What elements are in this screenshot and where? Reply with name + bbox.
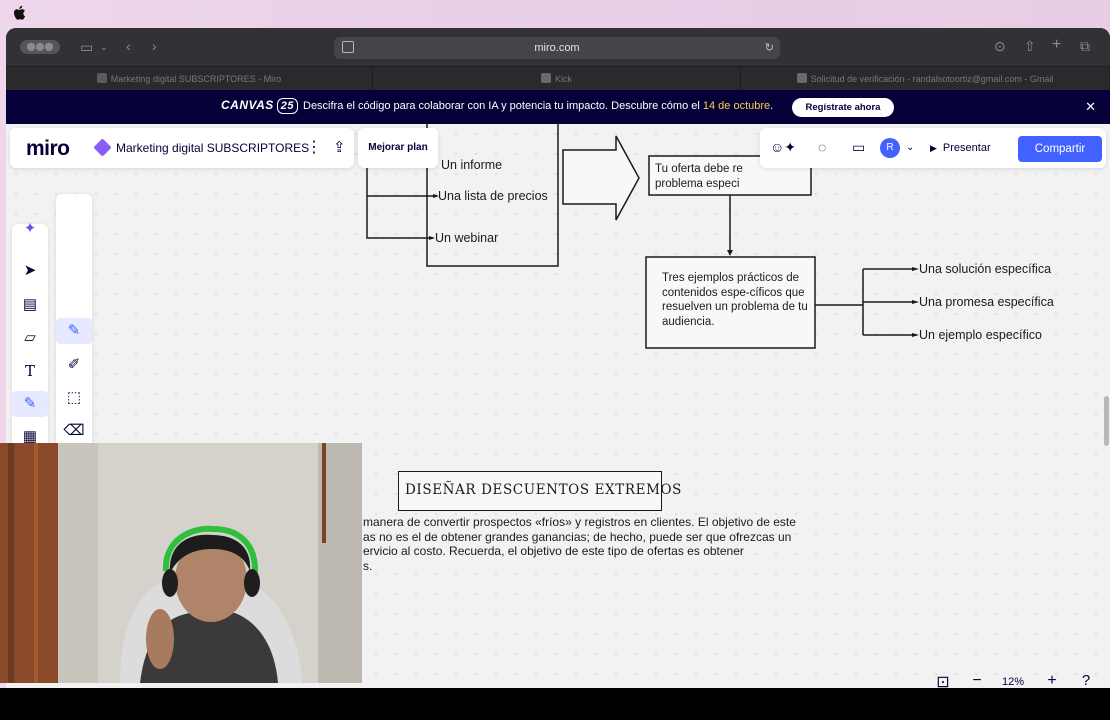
- arrowhead-ejemplo: [912, 333, 919, 337]
- screen-bottom: [0, 688, 1110, 720]
- register-button[interactable]: Regístrate ahora: [792, 98, 894, 117]
- tab-bar: Marketing digital SUBSCRIPTORES - Miro K…: [6, 66, 1110, 91]
- webcam-image: [0, 443, 362, 683]
- banner-text-suffix: .: [770, 100, 774, 112]
- section-paragraph: manera de convertir prospectos «fríos» y…: [363, 515, 796, 573]
- select-icon[interactable]: ➤: [12, 258, 48, 284]
- tab-overview-icon[interactable]: ⧉: [1080, 38, 1090, 54]
- right-connectors: [815, 268, 916, 336]
- canvas-logo: CANVAS 25: [221, 98, 299, 114]
- window-controls[interactable]: ⬤⬤⬤: [20, 40, 60, 54]
- reload-icon[interactable]: ↻: [765, 37, 774, 59]
- zoom-out-icon[interactable]: −: [966, 672, 988, 688]
- templates-icon[interactable]: ▤: [12, 292, 48, 318]
- kick-favicon-icon: [540, 73, 551, 83]
- arrowhead-promesa: [912, 300, 919, 304]
- forward-icon[interactable]: ›: [152, 38, 157, 54]
- text-icon[interactable]: T: [12, 358, 48, 384]
- video-icon[interactable]: ▭: [852, 139, 865, 156]
- tab-miro[interactable]: Marketing digital SUBSCRIPTORES - Miro: [6, 67, 373, 91]
- canvas-logo-badge: 25: [276, 98, 299, 114]
- screen: ⬤⬤⬤ ▭ ⌄ ‹ › miro.com ↻ ⊙ ⇧ + ⧉ Marketing…: [0, 0, 1110, 720]
- close-icon[interactable]: ✕: [1085, 99, 1096, 115]
- more-options-icon[interactable]: ⋮: [306, 137, 322, 157]
- reader-icon[interactable]: [342, 41, 354, 53]
- connector-webinar: [366, 164, 433, 239]
- shape-pen-icon[interactable]: ⬚: [56, 385, 92, 411]
- examples-box-text: Tres ejemplos prácticos de contenidos es…: [662, 272, 808, 328]
- download-icon[interactable]: ⊙: [994, 38, 1006, 54]
- offer-box-text: Tu oferta debe re problema especi: [655, 163, 743, 190]
- zoom-level[interactable]: 12%: [1002, 676, 1024, 688]
- upgrade-button[interactable]: Mejorar plan: [358, 128, 438, 168]
- banner-text: Descifra el código para colaborar con IA…: [303, 100, 773, 112]
- share-icon[interactable]: ⇧: [1024, 38, 1036, 54]
- tab-gmail[interactable]: Solicitud de verificación - randalsotoor…: [741, 67, 1110, 91]
- highlighter-icon[interactable]: ✐: [56, 352, 92, 378]
- webcam-overlay: [0, 443, 362, 683]
- avatar[interactable]: R: [880, 138, 900, 158]
- left-item-precios: Una lista de precios: [438, 189, 548, 203]
- right-item-solucion: Una solución específica: [919, 262, 1052, 276]
- zoom-controls: ⊡ − 12% + ?: [932, 666, 1102, 688]
- share-button[interactable]: Compartir: [1018, 136, 1102, 162]
- vertical-scrollbar[interactable]: [1104, 396, 1109, 446]
- miro-favicon-icon: [96, 73, 107, 83]
- export-icon[interactable]: ⇪: [333, 138, 346, 156]
- banner-text-prefix: Descifra el código para colaborar con IA…: [303, 100, 703, 112]
- play-icon: ▶: [930, 143, 937, 153]
- tab-label: Marketing digital SUBSCRIPTORES - Miro: [110, 74, 282, 84]
- chevron-down-icon[interactable]: ⌄: [100, 39, 108, 55]
- banner-date: 14 de octubre: [702, 100, 771, 112]
- macos-menubar: [0, 0, 1110, 28]
- chat-icon[interactable]: ◌: [818, 139, 826, 155]
- gmail-favicon-icon: [796, 73, 807, 83]
- tab-label: Kick: [554, 74, 572, 84]
- reactions-icon[interactable]: ☺✦: [770, 139, 796, 156]
- zoom-in-icon[interactable]: +: [1041, 672, 1063, 688]
- left-item-webinar: Un webinar: [435, 231, 499, 245]
- eraser-icon[interactable]: ⌫: [56, 418, 92, 444]
- sticky-note-icon[interactable]: ▱: [12, 325, 48, 351]
- address-bar[interactable]: miro.com ↻: [334, 37, 780, 59]
- section-heading: Diseñar descuentos extremos: [405, 482, 683, 498]
- left-item-informe: Un informe: [441, 158, 503, 172]
- chevron-down-icon[interactable]: ⌄: [906, 142, 914, 153]
- arrowhead-solucion: [912, 267, 919, 271]
- present-button[interactable]: ▶ Presentar: [930, 136, 1012, 160]
- url-text: miro.com: [534, 42, 580, 54]
- pen-subtoolbar: ✎ ✐ ⬚ ⌫ ◯: [56, 194, 92, 484]
- tab-kick[interactable]: Kick: [373, 67, 741, 91]
- back-icon[interactable]: ‹: [126, 38, 131, 54]
- sidebar-icon[interactable]: ▭: [80, 39, 93, 55]
- browser-toolbar: ⬤⬤⬤ ▭ ⌄ ‹ › miro.com ↻ ⊙ ⇧ + ⧉: [6, 28, 1110, 66]
- canvas-logo-text: CANVAS: [221, 98, 274, 112]
- fit-screen-icon[interactable]: ⊡: [932, 672, 954, 688]
- miro-logo[interactable]: miro: [26, 137, 70, 161]
- big-arrow-shape: [562, 135, 640, 221]
- heading-box[interactable]: Diseñar descuentos extremos: [398, 471, 681, 511]
- right-item-promesa: Una promesa específica: [919, 295, 1054, 309]
- board-title[interactable]: Marketing digital SUBSCRIPTORES: [116, 141, 309, 155]
- board-header: miro Marketing digital SUBSCRIPTORES ⋮ ⇪: [10, 128, 354, 168]
- present-label: Presentar: [942, 142, 991, 154]
- board-icon: [93, 138, 112, 157]
- tab-label: Solicitud de verificación - randalsotoor…: [810, 74, 1054, 84]
- apple-icon[interactable]: [12, 5, 26, 21]
- pen-icon[interactable]: ✎: [56, 318, 92, 344]
- pen-icon[interactable]: ✎: [12, 391, 48, 417]
- new-tab-icon[interactable]: +: [1052, 37, 1061, 53]
- arrowhead-down: [727, 250, 733, 256]
- promo-banner: CANVAS 25 Descifra el código para colabor…: [6, 90, 1110, 124]
- ai-sparkle-icon[interactable]: ✦: [12, 216, 48, 242]
- collab-toolbar: ☺✦ ◌ ▭ R ⌄ ▶ Presentar Compartir: [760, 128, 1106, 168]
- help-icon[interactable]: ?: [1075, 672, 1097, 688]
- right-item-ejemplo: Un ejemplo específico: [919, 328, 1042, 342]
